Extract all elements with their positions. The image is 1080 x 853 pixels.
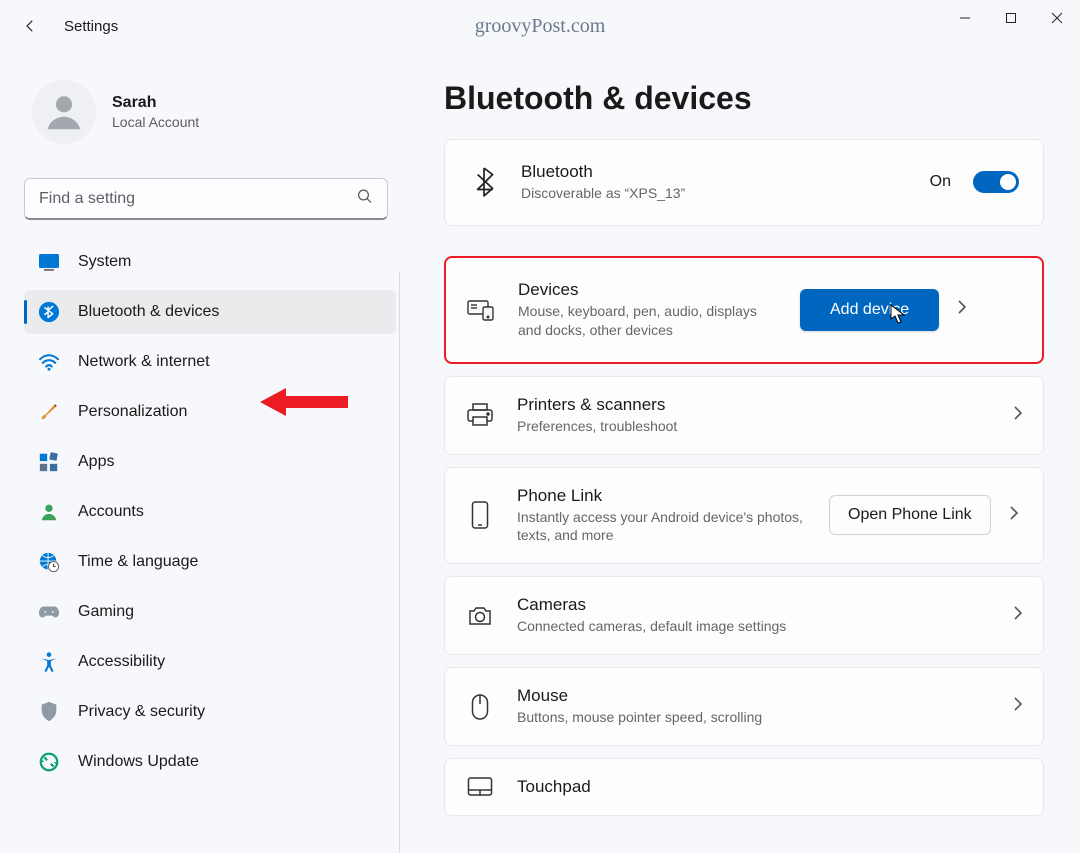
profile-name: Sarah (112, 94, 199, 112)
app-title: Settings (64, 18, 118, 35)
shield-icon (38, 701, 60, 723)
minimize-button[interactable] (942, 0, 988, 36)
printer-icon (465, 403, 495, 427)
touchpad-icon (465, 777, 495, 797)
avatar (32, 80, 96, 144)
sidebar-item-system[interactable]: System (24, 240, 396, 284)
mouse-card[interactable]: Mouse Buttons, mouse pointer speed, scro… (444, 667, 1044, 746)
profile-sub: Local Account (112, 114, 199, 130)
touchpad-title: Touchpad (517, 777, 1023, 797)
cameras-title: Cameras (517, 595, 991, 615)
chevron-right-icon (1013, 605, 1023, 626)
phone-link-card[interactable]: Phone Link Instantly access your Android… (444, 467, 1044, 565)
sidebar-item-accessibility[interactable]: Accessibility (24, 640, 396, 684)
bluetooth-glyph-icon (469, 167, 499, 197)
sidebar-item-label: Windows Update (78, 753, 199, 771)
touchpad-card[interactable]: Touchpad (444, 758, 1044, 816)
sidebar-item-bluetooth-devices[interactable]: Bluetooth & devices (24, 290, 396, 334)
bluetooth-sub: Discoverable as “XPS_13” (521, 184, 908, 203)
sidebar-item-label: Gaming (78, 603, 134, 621)
sidebar-item-label: Accounts (78, 503, 144, 521)
bluetooth-title: Bluetooth (521, 162, 908, 182)
mouse-title: Mouse (517, 686, 991, 706)
chevron-right-icon (1009, 505, 1019, 526)
phone-link-sub: Instantly access your Android device's p… (517, 508, 807, 546)
bluetooth-icon (38, 301, 60, 323)
add-device-button[interactable]: Add device (800, 289, 939, 331)
back-button[interactable] (16, 12, 44, 40)
printers-title: Printers & scanners (517, 395, 991, 415)
mouse-icon (465, 694, 495, 720)
profile-block[interactable]: Sarah Local Account (24, 60, 400, 164)
wifi-icon (38, 351, 60, 373)
chevron-right-icon (1013, 696, 1023, 717)
sidebar-item-privacy[interactable]: Privacy & security (24, 690, 396, 734)
maximize-button[interactable] (988, 0, 1034, 36)
bluetooth-toggle-label: On (930, 173, 951, 191)
chevron-right-icon (1013, 405, 1023, 426)
cameras-sub: Connected cameras, default image setting… (517, 617, 991, 636)
open-phone-link-button[interactable]: Open Phone Link (829, 495, 991, 535)
sidebar-item-gaming[interactable]: Gaming (24, 590, 396, 634)
sidebar-item-personalization[interactable]: Personalization (24, 390, 396, 434)
mouse-sub: Buttons, mouse pointer speed, scrolling (517, 708, 991, 727)
globe-clock-icon (38, 551, 60, 573)
close-button[interactable] (1034, 0, 1080, 36)
sidebar-item-apps[interactable]: Apps (24, 440, 396, 484)
bluetooth-toggle[interactable] (973, 171, 1019, 193)
cameras-card[interactable]: Cameras Connected cameras, default image… (444, 576, 1044, 655)
sidebar-item-label: System (78, 253, 131, 271)
titlebar: Settings groovyPost.com (0, 0, 1080, 52)
accessibility-icon (38, 651, 60, 673)
sidebar-item-label: Time & language (78, 553, 198, 571)
camera-icon (465, 605, 495, 627)
sidebar-item-accounts[interactable]: Accounts (24, 490, 396, 534)
devices-icon (466, 298, 496, 322)
sidebar-item-time-language[interactable]: Time & language (24, 540, 396, 584)
gamepad-icon (38, 601, 60, 623)
phone-link-title: Phone Link (517, 486, 807, 506)
update-icon (38, 751, 60, 773)
devices-sub: Mouse, keyboard, pen, audio, displays an… (518, 302, 778, 340)
printers-sub: Preferences, troubleshoot (517, 417, 991, 436)
sidebar: Sarah Local Account System Bluetooth & d… (0, 52, 400, 853)
main-content: Bluetooth & devices Bluetooth Discoverab… (400, 52, 1080, 853)
system-icon (38, 251, 60, 273)
search-icon (356, 188, 374, 211)
nav-list: System Bluetooth & devices Network & int… (24, 240, 396, 853)
sidebar-item-label: Accessibility (78, 653, 165, 671)
sidebar-item-label: Network & internet (78, 353, 210, 371)
sidebar-item-windows-update[interactable]: Windows Update (24, 740, 396, 784)
bluetooth-card[interactable]: Bluetooth Discoverable as “XPS_13” On (444, 139, 1044, 226)
sidebar-item-label: Personalization (78, 403, 187, 421)
sidebar-item-label: Apps (78, 453, 114, 471)
sidebar-item-label: Privacy & security (78, 703, 205, 721)
chevron-right-icon (957, 299, 967, 320)
devices-card[interactable]: Devices Mouse, keyboard, pen, audio, dis… (444, 256, 1044, 364)
person-icon (38, 501, 60, 523)
phone-icon (465, 501, 495, 529)
brush-icon (38, 401, 60, 423)
printers-card[interactable]: Printers & scanners Preferences, trouble… (444, 376, 1044, 455)
search-input[interactable] (24, 178, 388, 220)
devices-title: Devices (518, 280, 778, 300)
apps-icon (38, 451, 60, 473)
watermark-text: groovyPost.com (475, 15, 606, 38)
page-title: Bluetooth & devices (444, 80, 1044, 117)
sidebar-item-label: Bluetooth & devices (78, 303, 219, 321)
sidebar-item-network[interactable]: Network & internet (24, 340, 396, 384)
